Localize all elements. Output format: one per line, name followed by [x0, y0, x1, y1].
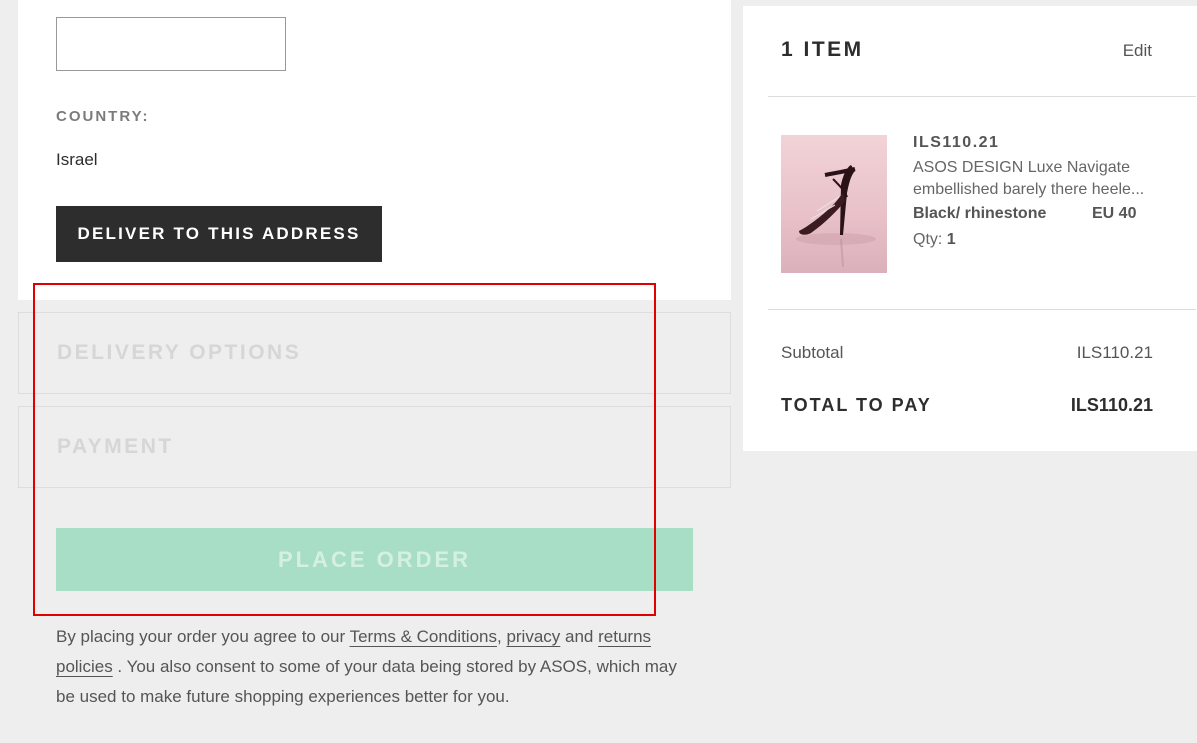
- legal-and: and: [560, 627, 599, 646]
- summary-divider-bottom: [768, 309, 1196, 310]
- product-size: EU 40: [1092, 205, 1137, 222]
- product-name[interactable]: ASOS DESIGN Luxe Navigate embellished ba…: [913, 157, 1161, 201]
- product-image: [781, 135, 887, 273]
- legal-consent-text: By placing your order you agree to our T…: [56, 622, 686, 712]
- total-to-pay-value: ILS110.21: [1070, 395, 1153, 415]
- edit-bag-link[interactable]: Edit: [1123, 41, 1152, 61]
- order-summary-card: 1 ITEM Edit ILS110.21 ASOS DESIGN Luxe N…: [743, 6, 1197, 451]
- item-count-title: 1 ITEM: [781, 38, 864, 61]
- product-colour: Black/ rhinestone: [913, 205, 1047, 222]
- address-text-field[interactable]: [56, 17, 286, 71]
- total-to-pay-label: TOTAL TO PAY: [781, 395, 932, 415]
- summary-divider-top: [768, 96, 1196, 97]
- delivery-address-card: COUNTRY: Israel DELIVER TO THIS ADDRESS: [18, 0, 731, 300]
- place-order-button[interactable]: PLACE ORDER: [56, 528, 693, 591]
- product-name-line-1: ASOS DESIGN Luxe Navigate: [913, 159, 1130, 176]
- delivery-options-title: DELIVERY OPTIONS: [57, 341, 302, 364]
- terms-link[interactable]: Terms & Conditions: [350, 627, 497, 646]
- privacy-link[interactable]: privacy: [506, 627, 560, 646]
- legal-suffix: . You also consent to some of your data …: [56, 657, 677, 706]
- country-label: COUNTRY:: [56, 108, 150, 125]
- checkout-page: COUNTRY: Israel DELIVER TO THIS ADDRESS …: [0, 0, 1197, 743]
- delivery-options-section: DELIVERY OPTIONS: [18, 312, 731, 394]
- product-quantity: Qty: 1: [913, 231, 956, 249]
- country-value: Israel: [56, 150, 98, 169]
- heeled-sandal-icon: [796, 165, 876, 268]
- product-name-line-2: embellished barely there heele...: [913, 181, 1145, 198]
- subtotal-value: ILS110.21: [1076, 343, 1153, 362]
- qty-value: 1: [946, 231, 956, 248]
- payment-section: PAYMENT: [18, 406, 731, 488]
- deliver-to-this-address-button[interactable]: DELIVER TO THIS ADDRESS: [56, 206, 382, 262]
- qty-label: Qty:: [913, 231, 943, 248]
- legal-prefix: By placing your order you agree to our: [56, 627, 350, 646]
- subtotal-label: Subtotal: [781, 343, 844, 362]
- payment-title: PAYMENT: [57, 435, 174, 458]
- item-price: ILS110.21: [913, 134, 1000, 151]
